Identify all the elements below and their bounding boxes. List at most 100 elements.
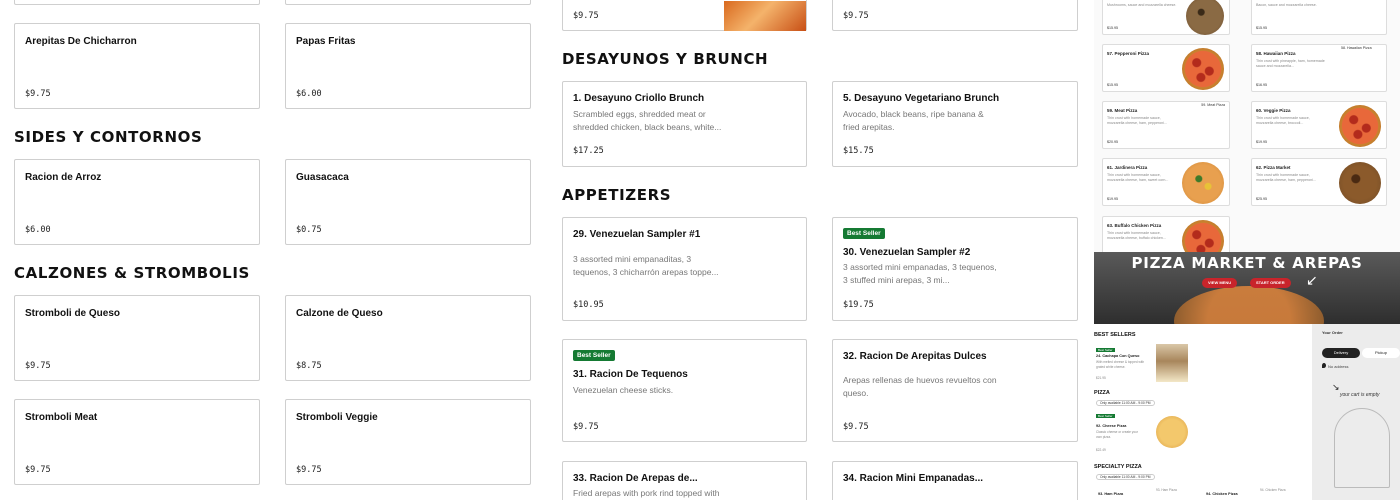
menu-item-card[interactable]: 34. Racion Mini Empanadas... bbox=[832, 461, 1078, 500]
preview-menu-card[interactable]: 62. Pizza Market Thin crust with homemad… bbox=[1251, 158, 1387, 206]
item-name: Stromboli de Queso bbox=[25, 308, 121, 319]
arrow-icon: ↙ bbox=[1306, 272, 1318, 288]
availability-note: Only available 11:00 AM - 9:00 PM bbox=[1096, 474, 1155, 480]
menu-item-card[interactable]: Papas Fritas $6.00 bbox=[285, 23, 531, 109]
menu-item-card[interactable]: 29. Venezuelan Sampler #1 3 assorted min… bbox=[562, 217, 807, 321]
best-seller-badge: Best Seller bbox=[1096, 414, 1115, 418]
address-text: No address bbox=[1328, 364, 1349, 369]
item-price: $15.75 bbox=[843, 146, 874, 156]
menu-item-card[interactable]: 33. Racion De Arepas de... Fried arepas … bbox=[562, 461, 807, 500]
item-price: $9.75 bbox=[843, 11, 869, 21]
preview-item-name: 93. Ham Pizza bbox=[1098, 492, 1124, 496]
preview-menu-card[interactable]: 57. Pepperoni Pizza $15.95 bbox=[1102, 44, 1230, 92]
preview-menu-card[interactable]: Mushrooms, sauce and mozzarella cheese. … bbox=[1102, 0, 1230, 35]
item-price: $19.75 bbox=[843, 300, 874, 310]
item-price: $9.75 bbox=[25, 361, 51, 371]
menu-item-card[interactable] bbox=[285, 0, 531, 5]
menu-item-card[interactable]: 1. Desayuno Criollo Brunch Scrambled egg… bbox=[562, 81, 807, 167]
preview-menu-card[interactable]: 60. Veggie Pizza Thin crust with homemad… bbox=[1251, 101, 1387, 149]
menu-item-card[interactable]: Best Seller 30. Venezuelan Sampler #2 3 … bbox=[832, 217, 1078, 321]
arrow-icon: ↘ bbox=[1332, 382, 1340, 392]
menu-item-card[interactable]: $9.75 bbox=[832, 0, 1078, 31]
item-name: 29. Venezuelan Sampler #1 bbox=[573, 229, 701, 240]
item-description: 3 assorted mini empanadas, 3 tequenos, 3… bbox=[843, 262, 997, 285]
broken-image-alt: 59. Meat Pizza bbox=[1201, 103, 1225, 107]
best-sellers-heading: BEST SELLERS bbox=[1094, 332, 1136, 338]
item-price: $9.75 bbox=[573, 422, 599, 432]
site-preview-panel: Mushrooms, sauce and mozzarella cheese. … bbox=[1094, 0, 1400, 500]
menu-item-card[interactable]: Stromboli de Queso $9.75 bbox=[14, 295, 260, 381]
pizza-heading: PIZZA bbox=[1094, 390, 1110, 396]
item-name: Calzone de Queso bbox=[296, 308, 383, 319]
preview-item-price: $16.95 bbox=[1256, 83, 1267, 87]
item-description: Fried arepas with pork rind topped with bbox=[573, 488, 720, 498]
item-price: $8.75 bbox=[296, 361, 322, 371]
preview-item-price: $15.95 bbox=[1107, 26, 1118, 30]
section-title-appetizers: APPETIZERS bbox=[562, 186, 672, 204]
preview-item-name: 58. Hawaiian Pizza bbox=[1256, 51, 1296, 56]
item-name: 32. Racion De Arepitas Dulces bbox=[843, 351, 987, 362]
menu-item-card[interactable]: Best Seller 31. Racion De Tequenos Venez… bbox=[562, 339, 807, 442]
menu-item-card[interactable]: Calzone de Queso $8.75 bbox=[285, 295, 531, 381]
item-name: Stromboli Meat bbox=[25, 412, 98, 423]
best-seller-badge: Best Seller bbox=[573, 350, 615, 361]
preview-item-description: With melted cheese & topped with grated … bbox=[1096, 360, 1145, 369]
preview-menu-card[interactable]: 59. Meat Pizza Thin crust with homemade … bbox=[1102, 101, 1230, 149]
delivery-tab[interactable]: Delivery bbox=[1322, 348, 1360, 358]
preview-item-name: 59. Meat Pizza bbox=[1107, 108, 1138, 113]
menu-item-card[interactable]: Arepitas De Chicharron $9.75 bbox=[14, 23, 260, 109]
preview-item-description: Bacon, sauce and mozzarella cheese. bbox=[1256, 3, 1317, 7]
preview-item-name: 24. Cachapa Con Queso bbox=[1096, 354, 1140, 358]
preview-item-name: 60. Veggie Pizza bbox=[1256, 108, 1291, 113]
broken-image-alt: 58. Hawaiian Pizza bbox=[1341, 46, 1372, 50]
menu-item-card[interactable]: Stromboli Meat $9.75 bbox=[14, 399, 260, 485]
preview-item-name: 57. Pepperoni Pizza bbox=[1107, 51, 1150, 56]
menu-item-card[interactable]: 32. Racion De Arepitas Dulces Arepas rel… bbox=[832, 339, 1078, 442]
item-price: $9.75 bbox=[573, 11, 599, 21]
menu-item-card[interactable]: Stromboli Veggie $9.75 bbox=[285, 399, 531, 485]
preview-item-price: $22.49 bbox=[1096, 448, 1106, 452]
pizza-image bbox=[1182, 48, 1224, 90]
item-name: Arepitas De Chicharron bbox=[25, 36, 137, 47]
item-price: $9.75 bbox=[25, 465, 51, 475]
menu-item-card[interactable]: 5. Desayuno Vegetariano Brunch Avocado, … bbox=[832, 81, 1078, 167]
empty-cart-text: your cart is empty bbox=[1340, 392, 1380, 398]
start-order-button[interactable]: START ORDER bbox=[1250, 278, 1291, 288]
broken-image-alt: 93. Ham Pizza bbox=[1156, 488, 1177, 492]
item-name: Guasacaca bbox=[296, 172, 349, 183]
menu-item-card[interactable]: $9.75 bbox=[562, 0, 807, 31]
item-price: $9.75 bbox=[296, 465, 322, 475]
pizza-image bbox=[1339, 162, 1381, 204]
specialty-pizza-heading: SPECIALTY PIZZA bbox=[1094, 464, 1142, 470]
item-name: 31. Racion De Tequenos bbox=[573, 369, 688, 380]
order-title: Your Order bbox=[1322, 330, 1343, 335]
oven-illustration bbox=[1334, 408, 1390, 488]
preview-menu-card[interactable]: 61. Jardinera Pizza Thin crust with home… bbox=[1102, 158, 1230, 206]
item-price: $6.00 bbox=[25, 225, 51, 235]
view-menu-button[interactable]: VIEW MENU bbox=[1202, 278, 1238, 288]
item-name: Papas Fritas bbox=[296, 36, 356, 47]
menu-item-card[interactable] bbox=[14, 0, 260, 5]
item-description: Venezuelan cheese sticks. bbox=[573, 385, 674, 395]
hero-banner: PIZZA MARKET & AREPAS VIEW MENU START OR… bbox=[1094, 252, 1400, 324]
preview-item-description: Thin crust with homemade sauce, mozzarel… bbox=[1107, 116, 1167, 125]
best-seller-badge: Best Seller bbox=[1096, 348, 1115, 352]
preview-item-description: Classic cheese or create your own pizza. bbox=[1096, 430, 1138, 439]
preview-menu-card[interactable]: 58. Hawaiian Pizza Thin crust with pinea… bbox=[1251, 44, 1387, 92]
preview-menu-card[interactable]: 63. Buffalo Chicken Pizza Thin crust wit… bbox=[1102, 216, 1230, 262]
menu-item-card[interactable]: Racion de Arroz $6.00 bbox=[14, 159, 260, 245]
item-name: Stromboli Veggie bbox=[296, 412, 378, 423]
pizza-image bbox=[1182, 162, 1224, 204]
menu-item-card[interactable]: Guasacaca $0.75 bbox=[285, 159, 531, 245]
availability-note: Only available 11:00 AM - 9:00 PM bbox=[1096, 400, 1155, 406]
preview-item-price: $19.95 bbox=[1256, 140, 1267, 144]
item-name: 34. Racion Mini Empanadas... bbox=[843, 473, 984, 484]
preview-item-description: Thin crust with pineapple, ham, homemade… bbox=[1256, 59, 1325, 68]
pizza-image bbox=[1186, 0, 1224, 35]
section-title-calzones: CALZONES & STROMBOLIS bbox=[14, 264, 250, 282]
preview-menu-card[interactable]: Bacon, sauce and mozzarella cheese. $15.… bbox=[1251, 0, 1387, 35]
preview-item-description: Thin crust with homemade sauce, mozzarel… bbox=[1256, 116, 1310, 125]
preview-item-description: Thin crust with homemade sauce, mozzarel… bbox=[1256, 173, 1316, 182]
pickup-tab[interactable]: Pickup bbox=[1362, 348, 1400, 358]
preview-item-price: $15.95 bbox=[1256, 26, 1267, 30]
